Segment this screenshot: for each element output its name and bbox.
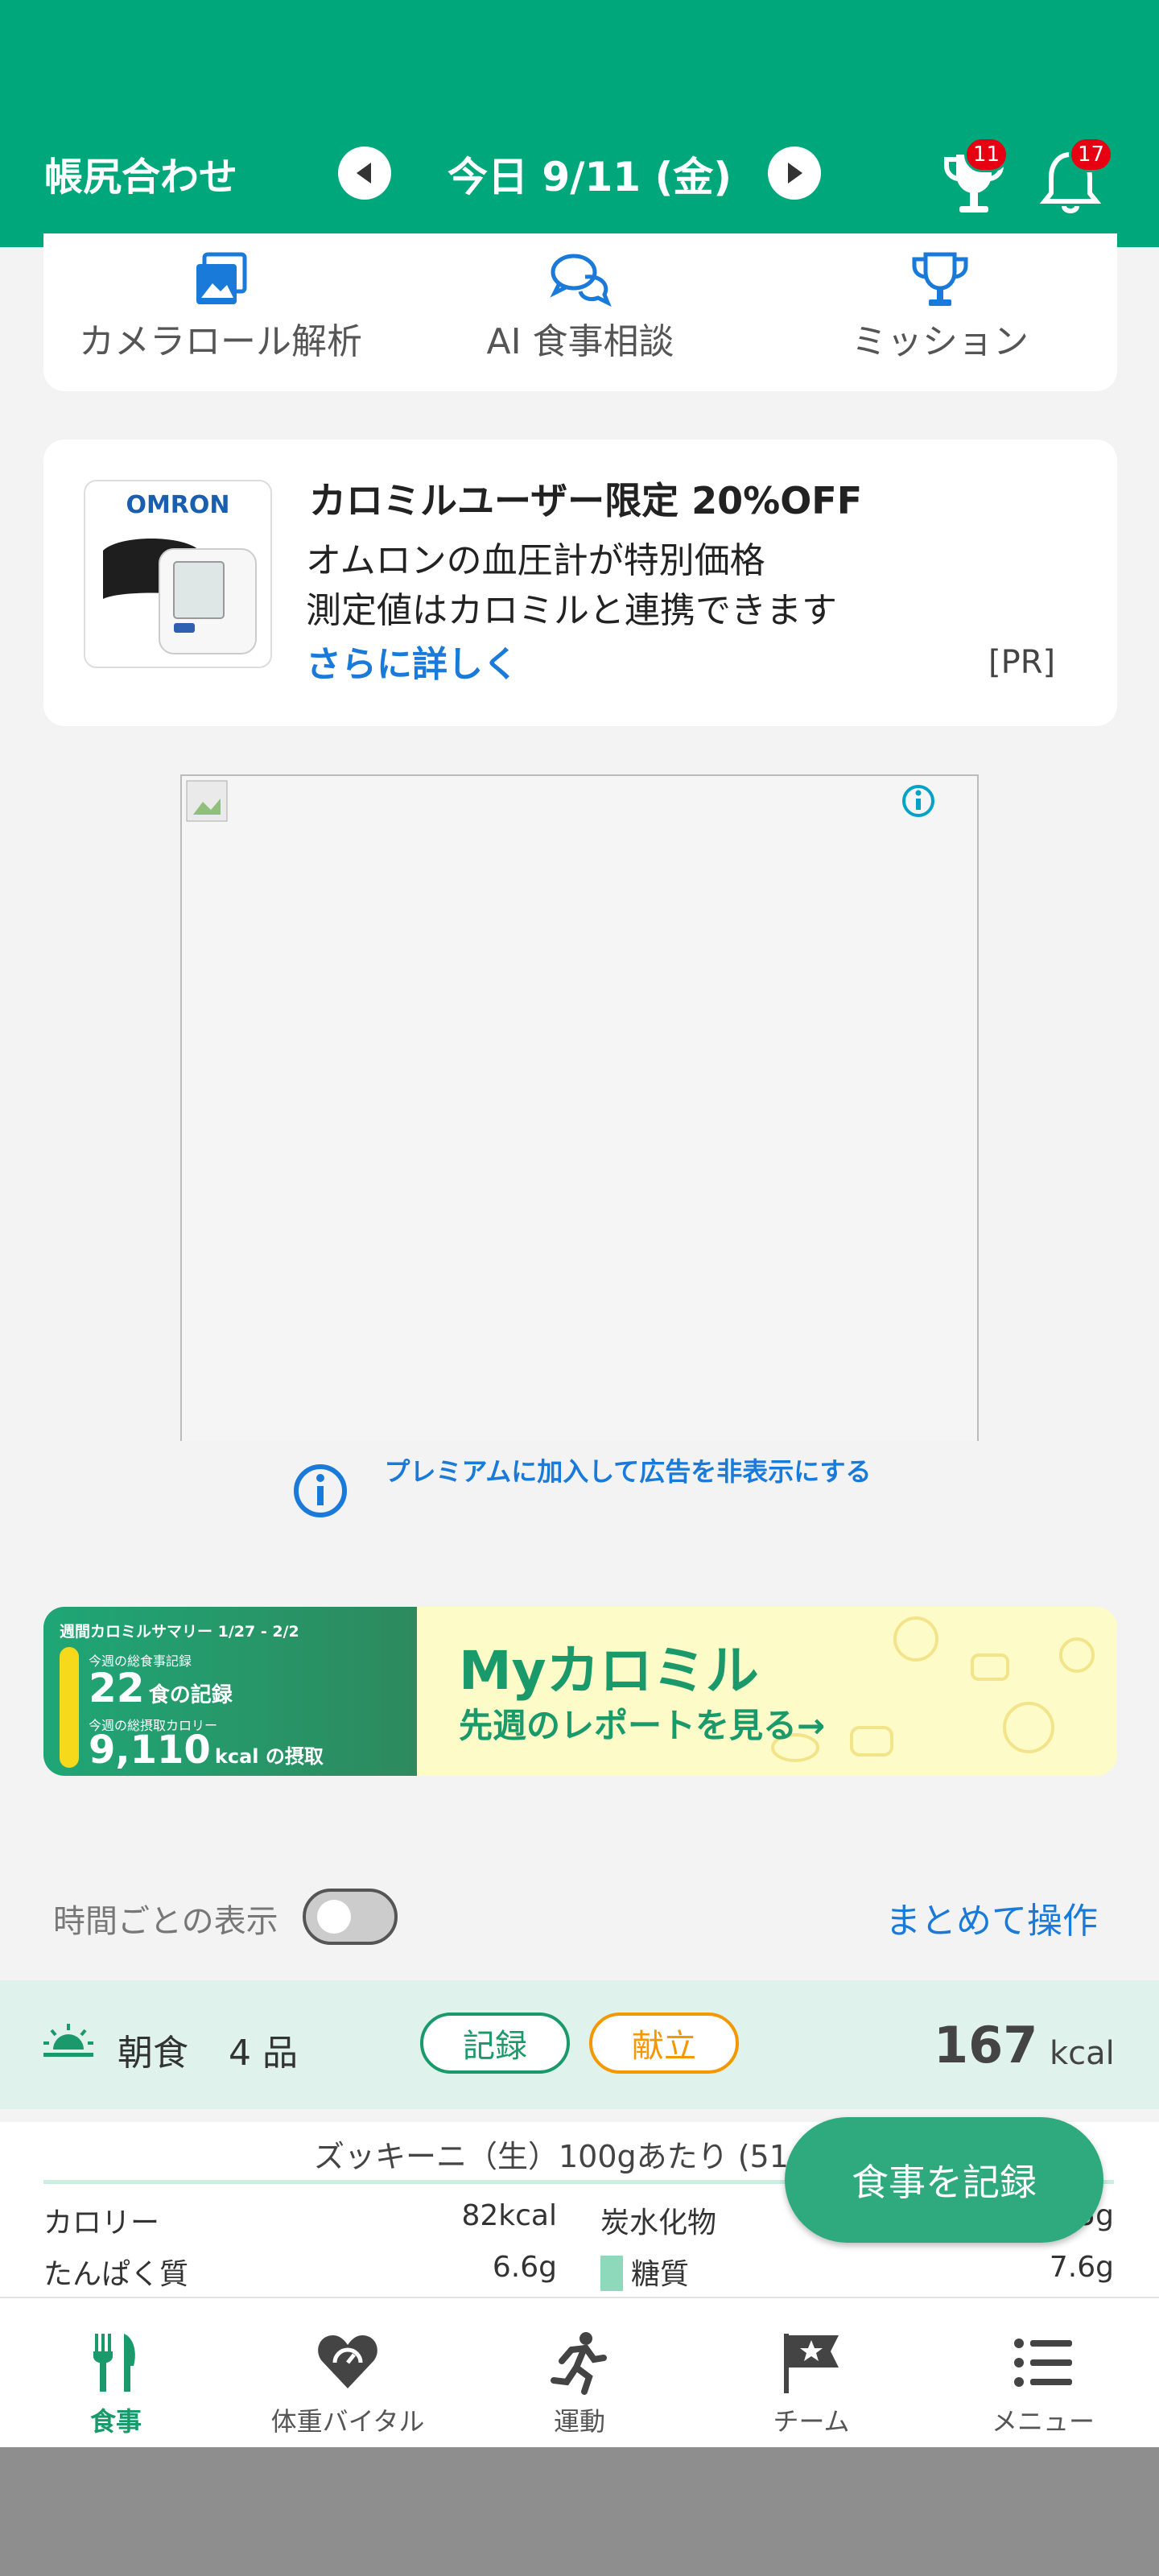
camera-roll-action[interactable]: カメラロール解析 xyxy=(43,251,398,364)
ai-consult-label: AI 食事相談 xyxy=(486,321,674,362)
kcal-summary: 9,110 kcal の摂取 xyxy=(89,1728,324,1773)
app-header: 帳尻合わせ 今日 9/11 (金) 11 17 xyxy=(0,0,1159,247)
page-title: 帳尻合わせ xyxy=(44,155,238,200)
info-icon xyxy=(294,1464,347,1517)
tab-exercise-label: 運動 xyxy=(553,2406,605,2437)
weekly-report-banner[interactable]: 週間カロミルサマリー 1/27 - 2/2 今週の総食事記録 22 食の記録 今… xyxy=(43,1607,1117,1776)
nutrition-header: ズッキーニ（生）100gあたり (51 xyxy=(314,2139,789,2174)
sugar-label: 糖質 xyxy=(631,2258,690,2291)
tab-weight-vital[interactable]: 体重バイタル xyxy=(232,2330,464,2438)
ai-consult-action[interactable]: AI 食事相談 xyxy=(403,251,757,364)
meal-count-unit: 食の記録 xyxy=(148,1683,233,1707)
banner-brand: Myカロミル xyxy=(459,1628,759,1705)
sugar-swatch xyxy=(600,2256,623,2291)
meal-name: 朝食 xyxy=(118,2033,188,2074)
triangle-right-icon xyxy=(788,163,802,184)
omron-logo: OMRON xyxy=(126,491,230,519)
banner-brand-name: カロミル xyxy=(546,1640,759,1702)
record-meal-fab[interactable]: 食事を記録 xyxy=(785,2117,1103,2243)
summary-title: 週間カロミルサマリー 1/27 - 2/2 xyxy=(60,1623,299,1641)
protein-label: たんぱく質 xyxy=(43,2258,189,2291)
mission-action[interactable]: ミッション xyxy=(763,251,1117,364)
fork-knife-icon xyxy=(93,2334,135,2392)
running-icon xyxy=(551,2332,607,2395)
breakfast-section: 朝食 4 品 記録 献立 167 kcal xyxy=(0,1980,1159,2109)
flag-icon xyxy=(784,2334,839,2393)
gallery-icon xyxy=(196,252,247,304)
sunrise-icon xyxy=(43,2024,93,2057)
tab-menu-label: メニュー xyxy=(991,2406,1095,2437)
blood-pressure-monitor-icon xyxy=(103,539,257,654)
calorie-value: 82kcal xyxy=(461,2199,557,2232)
meal-count-value: 22 xyxy=(89,1665,145,1711)
carb-label: 炭水化物 xyxy=(600,2207,717,2240)
sugar-value: 7.6g xyxy=(1049,2251,1114,2284)
tab-meal-label: 食事 xyxy=(89,2406,142,2437)
heart-scale-icon xyxy=(318,2335,377,2388)
protein-value: 6.6g xyxy=(492,2251,557,2284)
banner-report-panel: Myカロミル 先週のレポートを見る→ xyxy=(417,1607,1117,1776)
promo-line-1: オムロンの血圧計が特別価格 xyxy=(306,540,765,581)
promo-line-2: 測定値はカロミルと連携できます xyxy=(306,590,837,631)
tab-meal[interactable]: 食事 xyxy=(0,2330,232,2438)
bottom-tab-bar: 食事 体重バイタル 運動 チーム メニュー xyxy=(0,2297,1159,2448)
promo-title: カロミルユーザー限定 20%OFF xyxy=(309,479,863,522)
next-day-button[interactable] xyxy=(768,147,821,200)
tab-menu[interactable]: メニュー xyxy=(927,2330,1159,2438)
kcal-unit: kcal の摂取 xyxy=(214,1745,324,1768)
product-image: OMRON xyxy=(84,480,272,668)
trophy-badge: 11 xyxy=(964,137,1009,172)
hourly-view-label: 時間ごとの表示 xyxy=(53,1903,278,1940)
camera-roll-label: カメラロール解析 xyxy=(79,321,362,362)
broken-image-icon xyxy=(186,780,228,822)
menu-button[interactable]: 献立 xyxy=(589,2013,739,2074)
remove-ads-link[interactable]: プレミアムに加入して広告を非表示にする xyxy=(378,1454,877,1489)
tab-team-label: チーム xyxy=(773,2406,850,2437)
toggle-knob xyxy=(317,1900,351,1934)
pr-label: [PR] xyxy=(988,644,1056,681)
tab-exercise[interactable]: 運動 xyxy=(464,2330,695,2438)
triangle-left-icon xyxy=(357,163,371,184)
meal-item-count: 4 品 xyxy=(229,2033,298,2074)
bulk-action-link[interactable]: まとめて操作 xyxy=(885,1892,1098,1943)
calorie-label: カロリー xyxy=(43,2207,160,2240)
banner-summary-panel: 週間カロミルサマリー 1/27 - 2/2 今週の総食事記録 22 食の記録 今… xyxy=(43,1607,417,1776)
mission-label: ミッション xyxy=(852,321,1029,362)
meal-kcal-unit: kcal xyxy=(1050,2035,1115,2072)
tab-team[interactable]: チーム xyxy=(695,2330,927,2438)
system-navigation-bar xyxy=(0,2447,1159,2576)
ad-info-icon[interactable] xyxy=(900,782,937,819)
banner-cta: 先週のレポートを見る→ xyxy=(459,1706,826,1745)
meal-count: 22 食の記録 xyxy=(89,1665,233,1711)
tab-weight-vital-label: 体重バイタル xyxy=(270,2406,425,2437)
summary-bar xyxy=(60,1647,79,1768)
banner-brand-my: My xyxy=(459,1640,547,1702)
notification-badge: 17 xyxy=(1069,137,1114,172)
list-icon xyxy=(1014,2339,1072,2387)
chat-icon xyxy=(550,254,612,308)
hourly-view-toggle[interactable] xyxy=(303,1889,398,1945)
current-date: 今日 9/11 (金) xyxy=(448,154,732,200)
promo-more-link[interactable]: さらに詳しく xyxy=(306,635,518,687)
meal-kcal: 167 xyxy=(934,2016,1038,2074)
quick-actions-card: カメラロール解析 AI 食事相談 ミッション xyxy=(43,233,1117,391)
prev-day-button[interactable] xyxy=(338,147,391,200)
kcal-value: 9,110 xyxy=(89,1728,211,1773)
trophy-icon xyxy=(912,252,968,306)
record-button[interactable]: 記録 xyxy=(420,2013,570,2074)
ad-slot[interactable] xyxy=(180,774,979,1441)
